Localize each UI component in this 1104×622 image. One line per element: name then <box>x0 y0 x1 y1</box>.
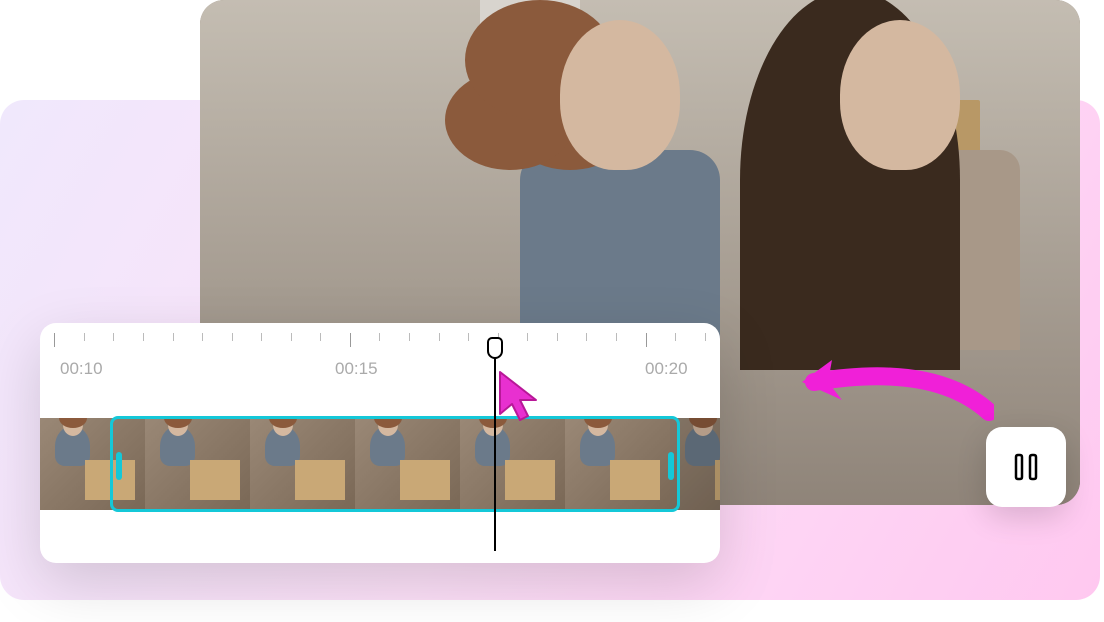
timeline-panel[interactable]: 00:10 00:15 00:20 <box>40 323 720 563</box>
clip-track[interactable] <box>40 418 720 513</box>
trim-handle-left[interactable] <box>116 452 122 480</box>
annotation-arrow-icon <box>794 342 994 442</box>
clip-thumbnail <box>355 418 460 510</box>
timeline-ruler[interactable]: 00:10 00:15 00:20 <box>40 323 720 393</box>
time-label: 00:20 <box>645 359 688 379</box>
trim-handle-right[interactable] <box>668 452 674 480</box>
clip-thumbnail <box>460 418 565 510</box>
time-label: 00:10 <box>60 359 103 379</box>
clip-thumbnail <box>145 418 250 510</box>
playhead[interactable] <box>494 341 496 551</box>
clip-thumbnail <box>40 418 145 510</box>
clip-thumbnail <box>565 418 670 510</box>
clip-thumbnail <box>250 418 355 510</box>
time-label: 00:15 <box>335 359 378 379</box>
split-tool-button[interactable] <box>986 427 1066 507</box>
split-icon <box>1008 449 1044 485</box>
video-clip[interactable] <box>40 418 720 510</box>
clip-thumbnail <box>670 418 720 510</box>
cursor-pointer-icon <box>498 370 548 426</box>
playhead-marker[interactable] <box>487 337 503 359</box>
ruler-ticks <box>40 333 720 351</box>
